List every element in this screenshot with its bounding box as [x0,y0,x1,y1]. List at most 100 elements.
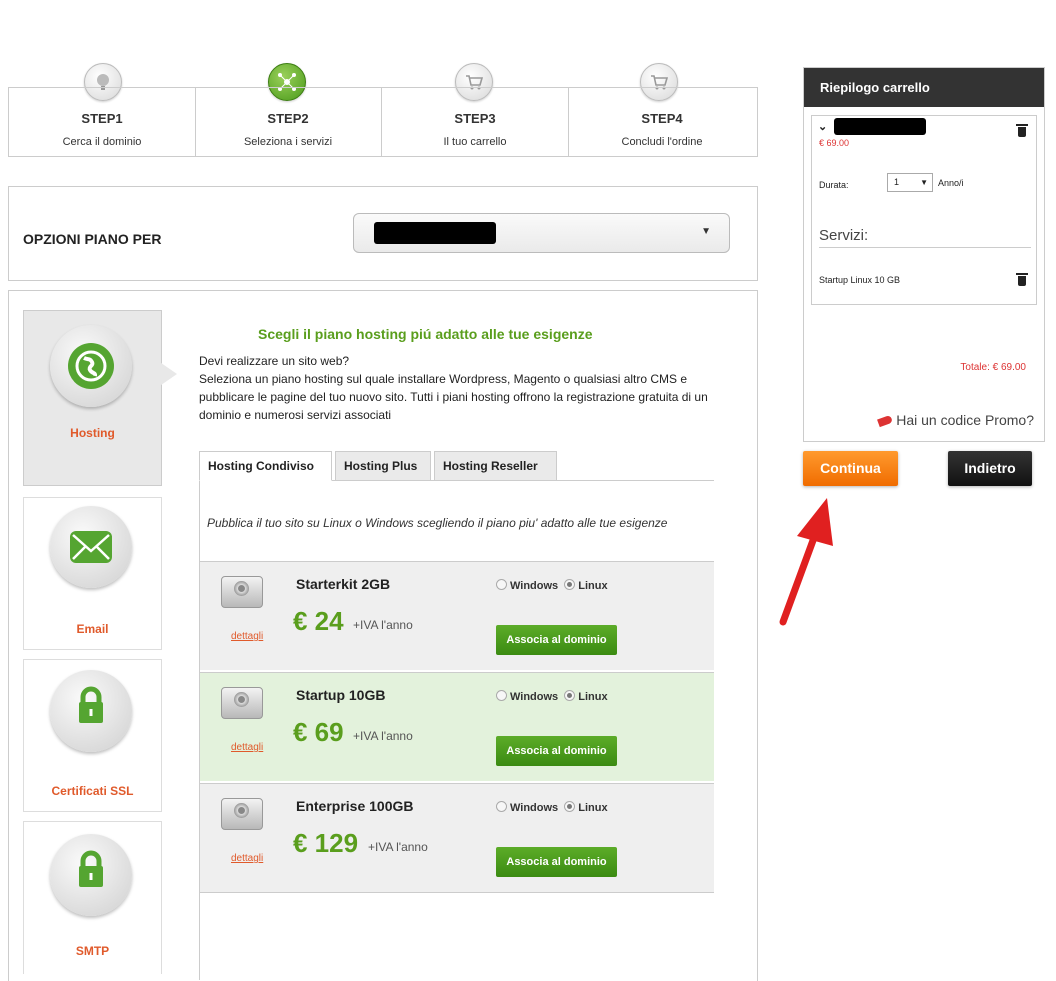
promo-code-link[interactable]: Hai un codice Promo? [877,412,1034,428]
plan-price: € 24 [293,606,344,636]
services-label: Servizi: [819,227,869,244]
plan-price-note: +IVA l'anno [368,840,428,854]
step-number: STEP4 [641,111,683,126]
linux-radio[interactable] [564,690,576,701]
plan-price: € 69 [293,717,344,747]
step-number: STEP2 [267,111,309,126]
windows-label: Windows [510,580,559,592]
os-radio-group: Windows Linux [496,801,608,814]
domain-select[interactable]: ▼ [353,213,730,253]
linux-label: Linux [578,580,608,592]
step-number: STEP1 [81,111,123,126]
plan-price-note: +IVA l'anno [353,618,413,632]
category-hosting[interactable]: Hosting [23,310,162,486]
tab-hosting-condiviso[interactable]: Hosting Condiviso [199,451,332,481]
linux-radio[interactable] [564,801,576,812]
cart-item-price: € 69.00 [819,138,850,148]
trash-icon[interactable] [1016,273,1028,286]
category-smtp[interactable]: SMTP [23,821,162,974]
windows-label: Windows [510,691,559,703]
services-divider [819,247,1031,248]
smtp-icon-circle [50,834,132,916]
ssl-icon-circle [50,670,132,752]
plan-row-enterprise: dettagli Enterprise 100GB € 129 +IVA l'a… [200,783,714,893]
duration-unit: Anno/i [938,178,964,188]
service-item: Startup Linux 10 GB [819,275,901,285]
plan-name: Enterprise 100GB [296,798,414,814]
os-radio-group: Windows Linux [496,690,608,703]
plan-price-note: +IVA l'anno [353,729,413,743]
cart-item-box: ⌄ € 69.00 Durata: 1 ▼ Anno/i Servizi: St… [811,115,1037,305]
tag-icon [877,415,894,428]
continue-button[interactable]: Continua [803,451,898,486]
plan-options-panel: OPZIONI PIANO PER ▼ [8,186,758,281]
category-email[interactable]: Email [23,497,162,650]
windows-radio[interactable] [496,690,507,701]
cart-summary: Riepilogo carrello ⌄ € 69.00 Durata: 1 ▼… [803,67,1045,442]
windows-radio[interactable] [496,579,507,590]
associate-domain-button[interactable]: Associa al dominio [496,625,617,655]
category-label: SMTP [75,944,110,958]
plan-name: Startup 10GB [296,687,386,703]
category-label: Certificati SSL [51,784,134,798]
tab-note: Pubblica il tuo sito su Linux o Windows … [207,516,668,530]
steps-bar: STEP1 Cerca il dominio STEP2 Seleziona i… [8,87,758,157]
redacted-domain [374,222,496,244]
linux-label: Linux [578,802,608,814]
dropdown-arrow-icon: ▼ [701,226,711,237]
linux-radio[interactable] [564,579,576,590]
trash-icon[interactable] [1016,124,1028,137]
category-label: Hosting [70,426,115,440]
plan-description-line1: Devi realizzare un sito web? [199,354,350,368]
category-ssl[interactable]: Certificati SSL [23,659,162,812]
windows-label: Windows [510,802,559,814]
step-label: Seleziona i servizi [243,136,333,148]
associate-domain-button[interactable]: Associa al dominio [496,736,617,766]
cart-title: Riepilogo carrello [804,68,1044,107]
chevron-down-icon[interactable]: ⌄ [818,120,827,133]
plan-price: € 129 [293,828,359,858]
duration-select[interactable]: 1 ▼ [887,173,933,192]
plan-description: Devi realizzare un sito web? Seleziona u… [199,352,719,424]
plan-description-line2: Seleziona un piano hosting sul quale ins… [199,372,708,422]
redacted-domain [834,118,926,135]
step-3[interactable]: STEP3 Il tuo carrello [382,88,569,156]
details-link[interactable]: dettagli [231,742,263,753]
plan-row-startup: dettagli Startup 10GB € 69 +IVA l'anno W… [200,672,714,781]
plan-row-starterkit: dettagli Starterkit 2GB € 24 +IVA l'anno… [200,561,714,670]
hard-disk-icon [221,576,263,608]
globe-icon [68,343,114,389]
lock-icon [70,686,112,727]
hard-disk-icon [221,798,263,830]
hosting-icon-circle [50,325,132,407]
os-radio-group: Windows Linux [496,579,608,592]
linux-label: Linux [578,691,608,703]
duration-label: Durata: [819,180,849,190]
cart-total: Totale: € 69.00 [960,362,1026,373]
windows-radio[interactable] [496,801,507,812]
annotation-arrow [779,498,833,626]
step-label: Concludi l'ordine [621,136,703,148]
plan-name: Starterkit 2GB [296,576,391,592]
envelope-icon [70,531,112,563]
category-label: Email [76,622,109,636]
dropdown-arrow-icon: ▼ [920,178,928,187]
step-number: STEP3 [454,111,496,126]
promo-label: Hai un codice Promo? [896,412,1034,428]
step-1[interactable]: STEP1 Cerca il dominio [9,88,196,156]
active-category-pointer [151,356,177,392]
tab-hosting-plus[interactable]: Hosting Plus [335,451,431,481]
back-button[interactable]: Indietro [948,451,1032,486]
lock-icon [70,850,112,891]
step-2[interactable]: STEP2 Seleziona i servizi [195,88,382,156]
hard-disk-icon [221,687,263,719]
details-link[interactable]: dettagli [231,631,263,642]
associate-domain-button[interactable]: Associa al dominio [496,847,617,877]
duration-value: 1 [894,177,900,187]
tab-hosting-reseller[interactable]: Hosting Reseller [434,451,557,481]
email-icon-circle [50,506,132,588]
step-label: Il tuo carrello [443,136,507,148]
plan-heading: Scegli il piano hosting piú adatto alle … [258,326,593,342]
step-4[interactable]: STEP4 Concludi l'ordine [569,88,755,156]
details-link[interactable]: dettagli [231,853,263,864]
